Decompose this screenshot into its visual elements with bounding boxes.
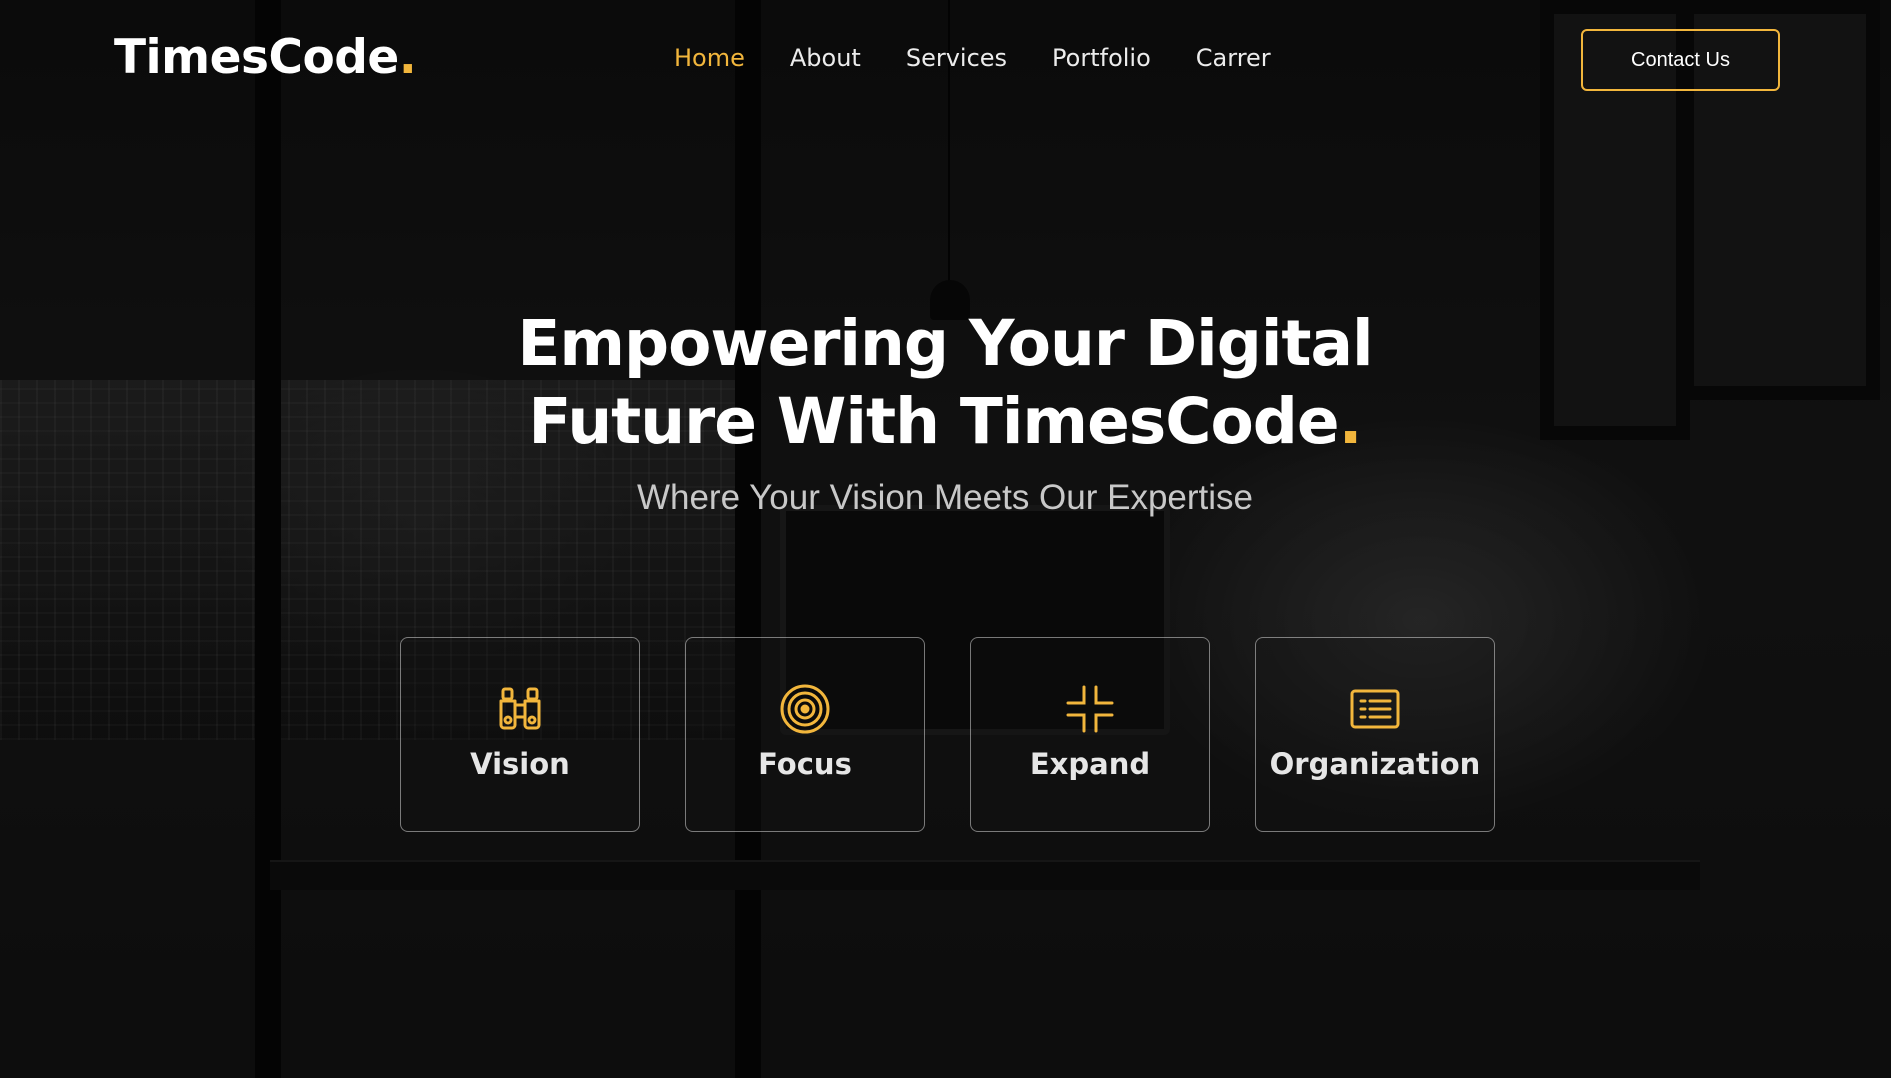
feature-label-focus: Focus bbox=[758, 747, 852, 781]
nav-item-services[interactable]: Services bbox=[906, 44, 1007, 72]
main-nav: Home About Services Portfolio Carrer bbox=[674, 44, 1316, 72]
feature-label-organization: Organization bbox=[1269, 747, 1481, 781]
feature-label-vision: Vision bbox=[470, 747, 570, 781]
feature-card-focus[interactable]: Focus bbox=[685, 637, 925, 832]
feature-label-expand: Expand bbox=[1029, 747, 1151, 781]
nav-item-about[interactable]: About bbox=[790, 44, 861, 72]
hero-subtitle: Where Your Vision Meets Our Expertise bbox=[636, 478, 1254, 517]
nav-item-home[interactable]: Home bbox=[674, 44, 745, 72]
feature-card-vision[interactable]: Vision bbox=[400, 637, 640, 832]
brand-name: TimesCode bbox=[114, 30, 399, 85]
binoculars-icon bbox=[499, 687, 541, 730]
contact-us-button[interactable]: Contact Us bbox=[1581, 29, 1780, 91]
hero-title-line1: Empowering Your Digital bbox=[517, 307, 1373, 380]
hero-title-line2: Future With TimesCode bbox=[528, 385, 1339, 458]
brand-logo[interactable]: TimesCode. bbox=[114, 30, 417, 85]
expand-icon bbox=[1066, 685, 1114, 733]
list-icon bbox=[1350, 689, 1400, 729]
hero-title: Empowering Your Digital Future With Time… bbox=[445, 305, 1445, 461]
nav-item-carrer[interactable]: Carrer bbox=[1196, 44, 1271, 72]
feature-card-expand[interactable]: Expand bbox=[970, 637, 1210, 832]
feature-card-organization[interactable]: Organization bbox=[1255, 637, 1495, 832]
brand-dot: . bbox=[398, 30, 417, 85]
target-icon bbox=[780, 684, 830, 734]
site-header: TimesCode. Home About Services Portfolio… bbox=[0, 0, 1891, 120]
nav-item-portfolio[interactable]: Portfolio bbox=[1052, 44, 1151, 72]
feature-cards: Vision Focus Expand Organization bbox=[400, 637, 1495, 832]
hero-title-dot: . bbox=[1338, 385, 1363, 458]
hero-background-image bbox=[0, 0, 1891, 1078]
